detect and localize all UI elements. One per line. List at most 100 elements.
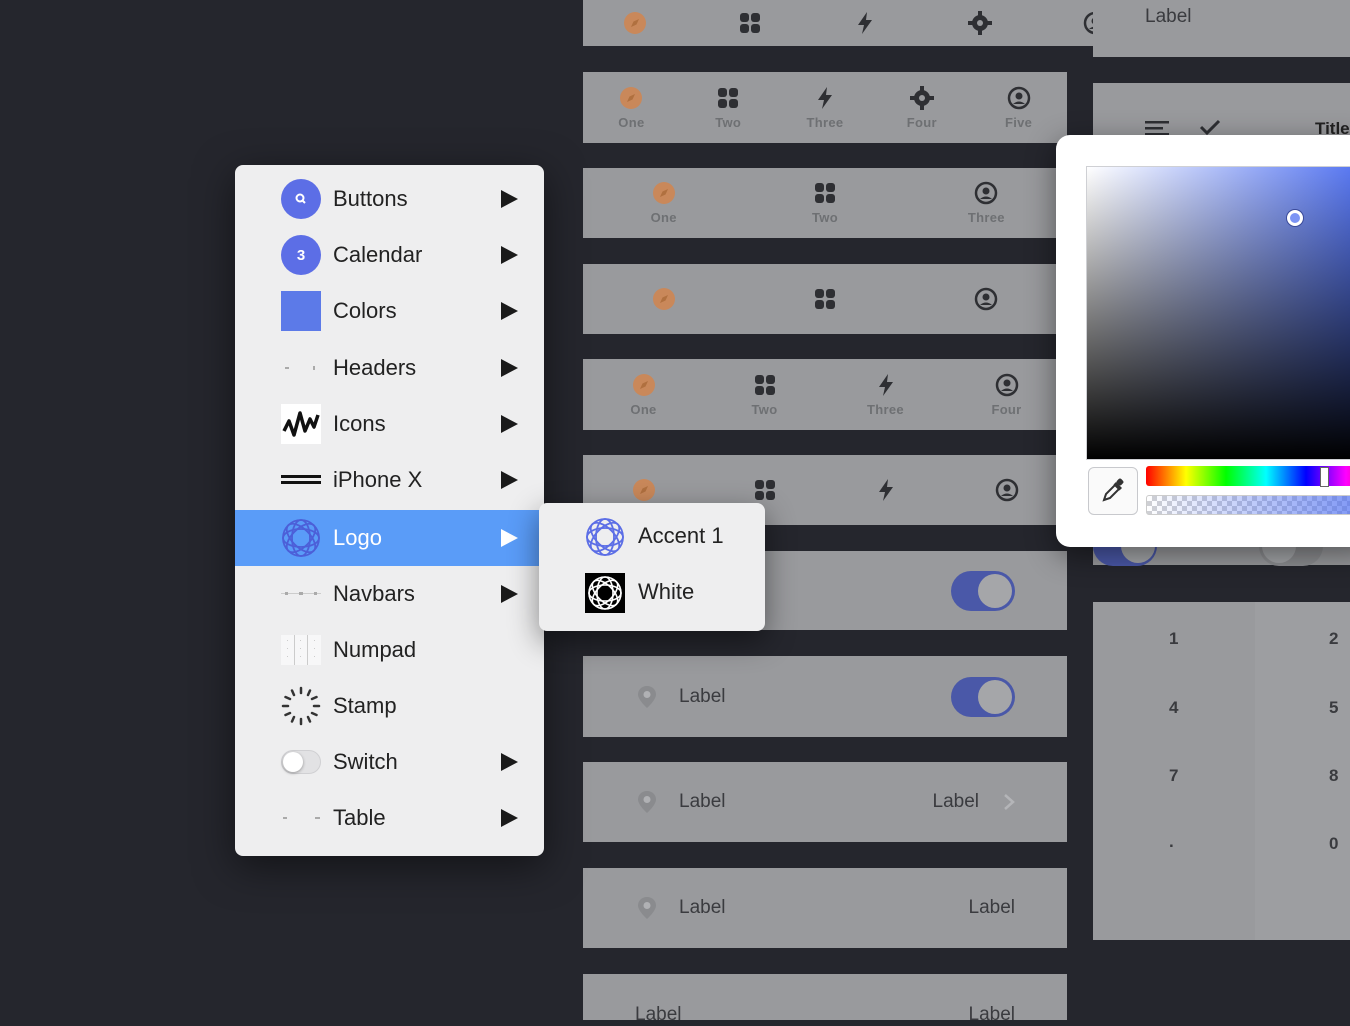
numpad-thumbnail-icon (281, 630, 321, 670)
grid-icon (754, 374, 775, 395)
chevron-right-icon (1004, 794, 1015, 810)
user-circle-icon[interactable] (974, 287, 998, 311)
tab-five[interactable]: Five (989, 86, 1049, 130)
list-row-plain: Label Label (583, 974, 1067, 1025)
submenu-item-white[interactable]: White (539, 565, 765, 621)
submenu-arrow-icon (501, 190, 518, 208)
menu-item-label: Stamp (333, 693, 397, 718)
tabbar-3: One Two Three (583, 168, 1067, 238)
submenu-item-accent-1[interactable]: Accent 1 (539, 509, 765, 565)
tab-four[interactable]: Four (892, 85, 952, 130)
menu-item-calendar[interactable]: 3 Calendar (235, 227, 544, 283)
logo-submenu: Accent 1 White (539, 503, 765, 631)
right-top-label: Label (1145, 6, 1192, 27)
tab-four[interactable]: Four (977, 373, 1037, 417)
submenu-item-label: White (638, 579, 695, 604)
submenu-arrow-icon (501, 302, 518, 320)
row-value: Label (968, 1004, 1016, 1025)
user-circle-icon (1007, 86, 1030, 109)
tab-one[interactable]: One (614, 373, 674, 417)
menu-item-switch[interactable]: Switch (235, 734, 544, 790)
tab-label: Two (751, 401, 778, 417)
user-circle-icon (975, 181, 998, 205)
numpad-key[interactable]: 8 (1329, 766, 1338, 786)
menu-item-colors[interactable]: Colors (235, 283, 544, 339)
tab-one[interactable]: One (601, 86, 661, 130)
tab-label: Two (715, 114, 742, 130)
tab-one[interactable]: One (634, 181, 694, 225)
menu-item-stamp[interactable]: Stamp (235, 678, 544, 734)
location-pin-icon (638, 791, 656, 813)
row-label: Label (679, 685, 726, 707)
tab-three[interactable]: Three (795, 86, 855, 130)
menu-item-label: Colors (333, 298, 397, 323)
numpad-key[interactable]: 4 (1169, 698, 1178, 718)
tab-two[interactable]: Two (698, 86, 758, 130)
numpad-key[interactable]: 5 (1329, 698, 1338, 718)
hue-slider-handle[interactable] (1320, 467, 1329, 487)
tab-three[interactable]: Three (856, 373, 916, 417)
list-row-disclosure[interactable]: Label Label (583, 762, 1067, 842)
numpad-key[interactable]: . (1169, 832, 1174, 852)
bolt-icon (817, 86, 832, 109)
gear-icon[interactable] (968, 11, 992, 35)
submenu-arrow-icon (501, 415, 518, 433)
toggle-switch[interactable] (951, 676, 1015, 717)
grid-icon[interactable] (753, 478, 777, 502)
tab-label: One (618, 114, 645, 130)
numpad-key[interactable]: 2 (1329, 629, 1338, 649)
user-circle-icon[interactable] (995, 478, 1019, 502)
eyedropper-button[interactable] (1088, 467, 1138, 515)
tab-three[interactable]: Three (956, 181, 1016, 225)
menu-item-numpad[interactable]: Numpad (235, 622, 544, 678)
toggle-knob (978, 573, 1012, 608)
numpad-key[interactable]: 1 (1169, 629, 1178, 649)
compass-icon[interactable] (623, 11, 647, 35)
row-label: Label (635, 1004, 682, 1025)
row-label: Label (679, 791, 726, 812)
right-navbar: Title (1093, 83, 1350, 143)
bolt-icon[interactable] (874, 478, 898, 502)
menu-item-icons[interactable]: Icons (235, 396, 544, 452)
toggle-switch[interactable] (951, 570, 1015, 611)
compass-icon[interactable] (632, 478, 656, 502)
compass-icon (652, 182, 675, 204)
color-handle[interactable] (1287, 210, 1303, 226)
menu-item-label: Buttons (333, 186, 408, 211)
logo-white-icon (585, 573, 625, 613)
grid-icon[interactable] (738, 11, 762, 35)
gear-icon (909, 85, 934, 110)
opacity-slider[interactable] (1146, 495, 1350, 515)
row-value: Label (968, 897, 1016, 918)
tab-two[interactable]: Two (735, 373, 795, 417)
tab-label: One (630, 401, 657, 417)
menu-item-iphone-x[interactable]: iPhone X (235, 452, 544, 508)
grid-icon[interactable] (813, 287, 837, 311)
compass-icon[interactable] (652, 287, 676, 311)
numpad-key[interactable]: 7 (1169, 766, 1178, 786)
tab-label: Three (867, 401, 904, 417)
menu-item-navbars[interactable]: Navbars (235, 566, 544, 622)
tab-two[interactable]: Two (795, 181, 855, 225)
list-row-switch: Label (583, 656, 1067, 737)
submenu-arrow-icon (501, 585, 518, 603)
numpad-key[interactable]: 0 (1329, 834, 1338, 854)
headers-thumbnail-icon (281, 348, 321, 388)
waveform-icon (281, 404, 321, 444)
bolt-icon[interactable] (853, 11, 877, 35)
eyedropper-icon (1102, 478, 1124, 502)
right-header-bar: Label (1093, 0, 1350, 57)
table-thumbnail-icon (281, 798, 321, 838)
menu-item-label: Logo (333, 525, 382, 550)
hue-slider[interactable] (1146, 466, 1350, 487)
menu-item-logo[interactable]: Logo (235, 510, 544, 566)
switch-icon (281, 742, 321, 782)
tab-label: Four (991, 401, 1022, 417)
submenu-arrow-icon (501, 809, 518, 827)
checkmark-icon[interactable] (1199, 119, 1221, 135)
menu-item-table[interactable]: Table (235, 790, 544, 846)
location-pin-icon (638, 897, 656, 919)
menu-item-buttons[interactable]: Buttons (235, 171, 544, 227)
saturation-value-field[interactable] (1086, 166, 1350, 460)
menu-item-headers[interactable]: Headers (235, 340, 544, 396)
